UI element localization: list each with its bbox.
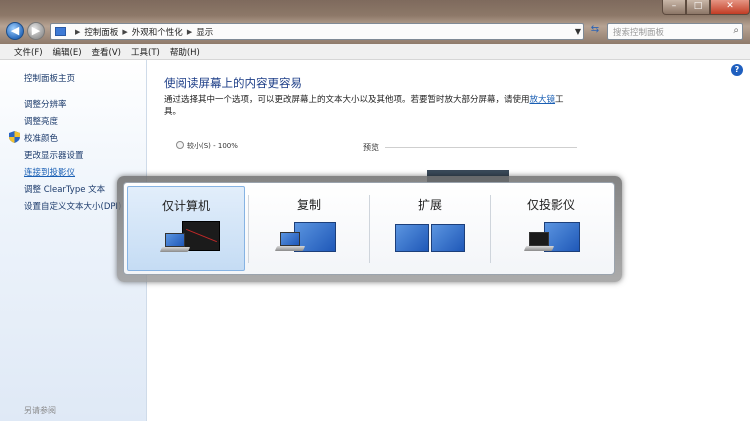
address-bar[interactable]: ▶ 控制面板 ▶ 外观和个性化 ▶ 显示 ▼ <box>50 23 584 40</box>
search-placeholder: 搜索控制面板 <box>613 28 665 38</box>
help-icon[interactable]: ? <box>731 64 743 76</box>
refresh-icon: ⇆ <box>590 24 600 35</box>
menu-bar: 文件(F) 编辑(E) 查看(V) 工具(T) 帮助(H) <box>0 44 750 60</box>
close-button[interactable]: ✕ <box>710 0 750 15</box>
search-input[interactable]: 搜索控制面板 ⌕ <box>607 23 743 40</box>
chevron-right-icon: ▶ <box>75 27 81 36</box>
laptop-icon <box>274 232 306 252</box>
sidebar-item-resolution[interactable]: 调整分辨率 <box>24 98 67 110</box>
menu-help[interactable]: 帮助(H) <box>170 46 200 58</box>
maximize-button[interactable]: □ <box>686 0 710 15</box>
option-small-label: 较小(S) - 100% <box>187 142 238 150</box>
radio-small-option[interactable] <box>176 141 184 149</box>
breadcrumb-appearance[interactable]: 外观和个性化 <box>132 26 183 38</box>
sidebar-item-calibrate[interactable]: 校准颜色 <box>24 132 58 144</box>
arrow-right-icon: ▶ <box>31 24 41 37</box>
laptop-off-icon <box>523 232 555 252</box>
option-label: 扩展 <box>417 198 442 212</box>
monitor-left-icon <box>395 224 429 252</box>
option-label: 仅投影仪 <box>526 198 575 212</box>
menu-edit[interactable]: 编辑(E) <box>53 46 82 58</box>
sidebar-item-brightness[interactable]: 调整亮度 <box>24 115 58 127</box>
projection-panel: 仅计算机 复制 扩展 仅投影仪 <box>123 182 615 275</box>
description-text: 通过选择其中一个选项，可以更改屏幕上的文本大小以及其他项。若要暂时放大部分屏幕，… <box>164 95 530 105</box>
option-label: 仅计算机 <box>161 199 210 213</box>
divider <box>248 195 249 263</box>
menu-tools[interactable]: 工具(T) <box>131 46 160 58</box>
preview-divider <box>385 147 577 148</box>
chevron-right-icon: ▶ <box>122 27 128 36</box>
window-titlebar: – □ ✕ ◀ ▶ ▶ 控制面板 ▶ 外观和个性化 ▶ 显示 ▼ ⇆ 搜索控制面… <box>0 0 750 44</box>
option-duplicate[interactable]: 复制 <box>250 186 368 271</box>
chevron-right-icon: ▶ <box>186 27 193 36</box>
sidebar-item-dpi[interactable]: 设置自定义文本大小(DPI) <box>24 200 121 212</box>
minimize-button[interactable]: – <box>662 0 686 15</box>
monitor-right-icon <box>431 224 465 252</box>
preview-label: 预览 <box>363 143 379 152</box>
menu-view[interactable]: 查看(V) <box>92 46 121 58</box>
breadcrumb-control-panel[interactable]: 控制面板 <box>84 26 118 38</box>
page-title: 使阅读屏幕上的内容更容易 <box>164 76 302 90</box>
magnifier-link[interactable]: 放大镜 <box>530 95 556 105</box>
chevron-down-icon[interactable]: ▼ <box>575 27 581 36</box>
sidebar-item-home[interactable]: 控制面板主页 <box>24 72 75 84</box>
arrow-left-icon: ◀ <box>10 24 20 37</box>
page-description: 通过选择其中一个选项，可以更改屏幕上的文本大小以及其他项。若要暂时放大部分屏幕，… <box>164 94 574 118</box>
menu-file[interactable]: 文件(F) <box>14 46 43 58</box>
breadcrumb-display[interactable]: 显示 <box>196 26 213 38</box>
forward-button[interactable]: ▶ <box>27 22 45 40</box>
option-label: 复制 <box>296 198 321 212</box>
refresh-button[interactable]: ⇆ <box>586 24 604 40</box>
projection-switcher: 仅计算机 复制 扩展 仅投影仪 <box>117 176 622 282</box>
laptop-icon <box>159 233 191 253</box>
sidebar-item-projector[interactable]: 连接到投影仪 <box>24 166 75 178</box>
option-extend[interactable]: 扩展 <box>371 186 489 271</box>
divider <box>369 195 370 263</box>
control-panel-icon <box>55 27 66 36</box>
sidebar-item-cleartype[interactable]: 调整 ClearType 文本 <box>24 183 105 195</box>
divider <box>490 195 491 263</box>
sidebar-item-display-settings[interactable]: 更改显示器设置 <box>24 149 84 161</box>
option-projector-only[interactable]: 仅投影仪 <box>492 186 610 271</box>
back-button[interactable]: ◀ <box>6 22 24 40</box>
see-also-heading: 另请参阅 <box>24 406 56 415</box>
shield-icon <box>9 131 20 143</box>
search-icon[interactable]: ⌕ <box>733 25 739 36</box>
option-computer-only[interactable]: 仅计算机 <box>127 186 245 271</box>
